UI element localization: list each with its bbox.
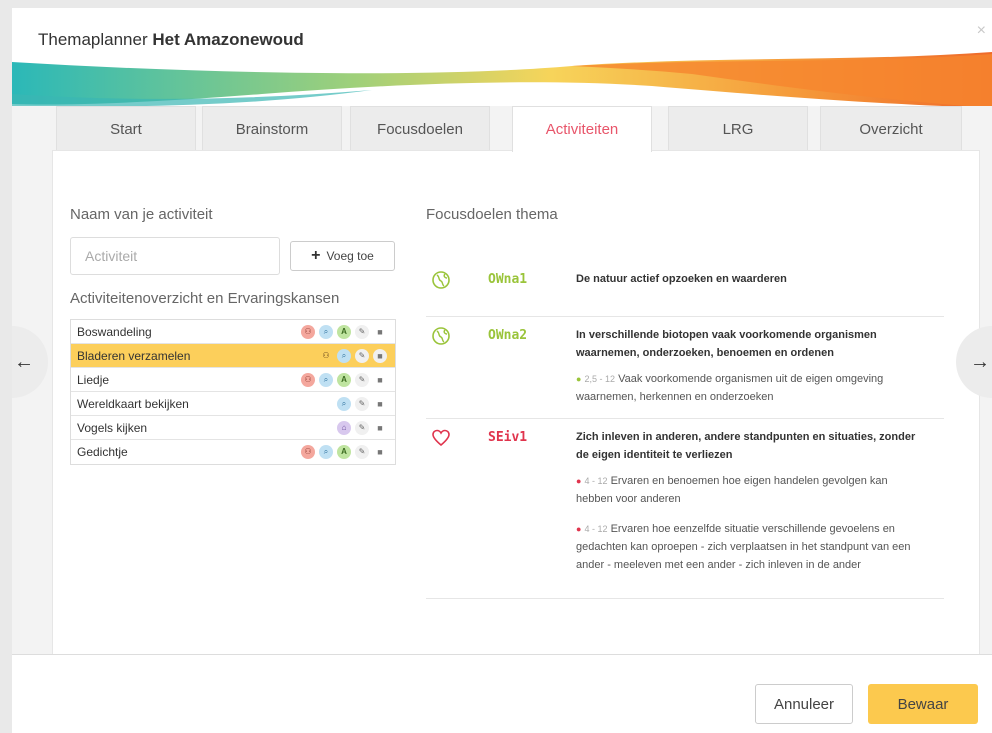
- landscape-icon[interactable]: A: [337, 445, 351, 459]
- trash-icon[interactable]: ■: [373, 445, 387, 459]
- activity-row-gedichtje[interactable]: Gedichtje ⚇ ⌕ A ✎ ■: [71, 440, 395, 464]
- plus-icon: +: [311, 247, 321, 264]
- cancel-button[interactable]: Annuleer: [755, 684, 853, 724]
- trash-icon[interactable]: ■: [373, 373, 387, 387]
- goal-code: OWna2: [488, 328, 528, 343]
- activity-name-input[interactable]: [70, 237, 280, 275]
- people-icon[interactable]: ⚇: [319, 349, 333, 363]
- wave-banner: [12, 52, 992, 108]
- activity-label: Liedje: [77, 372, 110, 387]
- goal-code: OWna1: [488, 272, 528, 287]
- themaplanner-modal: Themaplanner Het Amazonewoud × Start Bra…: [12, 8, 992, 733]
- search-icon[interactable]: ⌕: [337, 397, 351, 411]
- add-activity-button-label: Voeg toe: [326, 249, 374, 263]
- trash-icon[interactable]: ■: [373, 349, 387, 363]
- save-button[interactable]: Bewaar: [868, 684, 978, 724]
- goal-sub-item: ● 2,5 - 12 Vaak voorkomende organismen u…: [576, 373, 884, 403]
- people-icon[interactable]: ⚇: [301, 445, 315, 459]
- goal-text: De natuur actief opzoeken en waarderen: [576, 273, 787, 285]
- search-icon[interactable]: ⌕: [319, 325, 333, 339]
- tab-brainstorm[interactable]: Brainstorm: [202, 106, 342, 151]
- trash-icon[interactable]: ■: [373, 421, 387, 435]
- people-icon[interactable]: ⚇: [301, 325, 315, 339]
- activity-label: Wereldkaart bekijken: [77, 396, 189, 411]
- goal-text: Zich inleven in anderen, andere standpun…: [576, 431, 916, 461]
- globe-icon: [432, 327, 450, 345]
- activity-label: Bladeren verzamelen: [77, 348, 191, 363]
- goal-sub-text: Ervaren en benoemen hoe eigen handelen g…: [576, 475, 888, 505]
- arrow-right-icon: →: [970, 350, 990, 373]
- people-icon[interactable]: ⚇: [301, 373, 315, 387]
- globe-icon: [432, 271, 450, 289]
- tab-activiteiten[interactable]: Activiteiten: [512, 106, 652, 152]
- goal-sub-text: Vaak voorkomende organismen uit de eigen…: [576, 373, 884, 403]
- tab-focusdoelen[interactable]: Focusdoelen: [350, 106, 490, 151]
- activity-name-label: Naam van je activiteit: [70, 206, 213, 223]
- activity-overview-label: Activiteitenoverzicht en Ervaringskansen: [70, 290, 340, 307]
- activity-label: Boswandeling: [77, 324, 152, 339]
- landscape-icon[interactable]: A: [337, 373, 351, 387]
- footer-divider: [12, 654, 992, 655]
- edit-icon[interactable]: ✎: [355, 325, 369, 339]
- goal-sub-item: ● 4 - 12 Ervaren hoe eenzelfde situatie …: [576, 523, 911, 571]
- search-icon[interactable]: ⌕: [337, 349, 351, 363]
- goal-sub-range: 4 - 12: [584, 476, 608, 486]
- goal-row-owna2: OWna2 In verschillende biotopen vaak voo…: [426, 326, 944, 419]
- tab-overzicht[interactable]: Overzicht: [820, 106, 962, 151]
- house-icon[interactable]: ⌂: [337, 421, 351, 435]
- trash-icon[interactable]: ■: [373, 325, 387, 339]
- arrow-left-icon: ←: [14, 350, 34, 373]
- goal-sub-range: 4 - 12: [584, 524, 608, 534]
- goal-sub-range: 2,5 - 12: [584, 374, 616, 384]
- close-icon[interactable]: ×: [977, 22, 986, 40]
- focus-goals-heading: Focusdoelen thema: [426, 206, 558, 223]
- edit-icon[interactable]: ✎: [355, 349, 369, 363]
- search-icon[interactable]: ⌕: [319, 373, 333, 387]
- heart-icon: [432, 429, 450, 447]
- activity-row-liedje[interactable]: Liedje ⚇ ⌕ A ✎ ■: [71, 368, 395, 392]
- trash-icon[interactable]: ■: [373, 397, 387, 411]
- goal-sub-text: Ervaren hoe eenzelfde situatie verschill…: [576, 523, 911, 571]
- activity-label: Vogels kijken: [77, 420, 148, 435]
- goal-code: SEiv1: [488, 430, 528, 445]
- activity-list: Boswandeling ⚇ ⌕ A ✎ ■ Bladeren verzamel…: [70, 319, 396, 465]
- activity-row-wereldkaart-bekijken[interactable]: Wereldkaart bekijken ⌕ ✎ ■: [71, 392, 395, 416]
- edit-icon[interactable]: ✎: [355, 373, 369, 387]
- search-icon[interactable]: ⌕: [319, 445, 333, 459]
- edit-icon[interactable]: ✎: [355, 445, 369, 459]
- landscape-icon[interactable]: A: [337, 325, 351, 339]
- tab-lrg[interactable]: LRG: [668, 106, 808, 151]
- goal-text: In verschillende biotopen vaak voorkomen…: [576, 329, 877, 359]
- activity-label: Gedichtje: [77, 445, 128, 459]
- activity-row-boswandeling[interactable]: Boswandeling ⚇ ⌕ A ✎ ■: [71, 320, 395, 344]
- goal-row-owna1: OWna1 De natuur actief opzoeken en waard…: [426, 270, 944, 317]
- activity-row-bladeren-verzamelen[interactable]: Bladeren verzamelen ⚇ ⌕ ✎ ■: [71, 344, 395, 368]
- tab-start[interactable]: Start: [56, 106, 196, 151]
- edit-icon[interactable]: ✎: [355, 397, 369, 411]
- edit-icon[interactable]: ✎: [355, 421, 369, 435]
- add-activity-button[interactable]: + Voeg toe: [290, 241, 395, 271]
- goal-row-seiv1: SEiv1 Zich inleven in anderen, andere st…: [426, 428, 944, 599]
- activity-row-vogels-kijken[interactable]: Vogels kijken ⌂ ✎ ■: [71, 416, 395, 440]
- goal-sub-item: ● 4 - 12 Ervaren en benoemen hoe eigen h…: [576, 475, 888, 505]
